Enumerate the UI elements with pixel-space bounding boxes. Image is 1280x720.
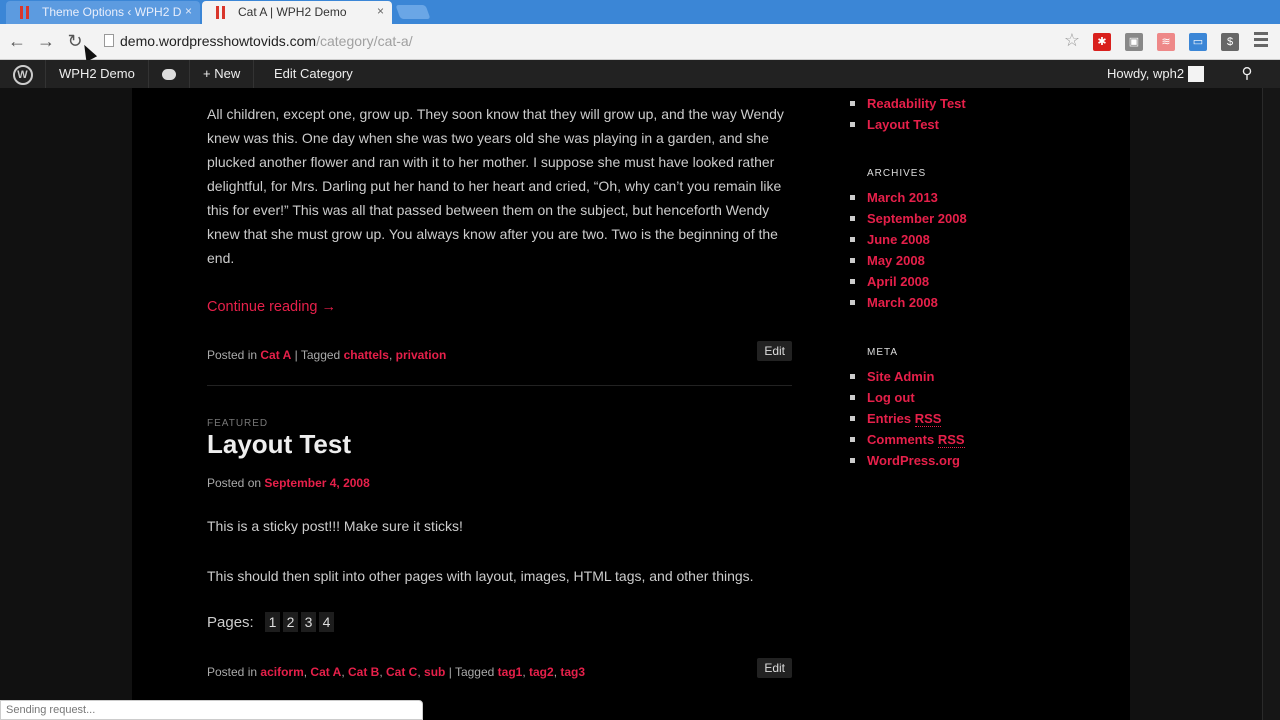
category-link[interactable]: Cat A <box>310 665 341 679</box>
tab-title: Cat A | WPH2 Demo <box>238 5 347 19</box>
post-excerpt: All children, except one, grow up. They … <box>207 106 784 266</box>
back-icon[interactable]: ← <box>6 30 28 52</box>
sidebar-link[interactable]: Readability Test <box>850 93 966 114</box>
category-link[interactable]: sub <box>424 665 445 679</box>
tab-cat-a[interactable]: Cat A | WPH2 Demo × <box>202 1 392 24</box>
admin-bar-new[interactable]: + New <box>190 60 255 88</box>
tag-link[interactable]: tag1 <box>498 665 523 679</box>
tag-link[interactable]: tag3 <box>560 665 585 679</box>
extension-red-icon[interactable]: ✱ <box>1093 33 1111 51</box>
bookmark-star-icon[interactable]: ☆ <box>1064 30 1080 51</box>
category-link[interactable]: Cat B <box>348 665 379 679</box>
search-icon[interactable]: ⚲ <box>1232 60 1262 88</box>
continue-reading-link[interactable]: Continue reading → <box>207 295 336 319</box>
new-tab-button[interactable] <box>395 5 431 19</box>
comments-icon[interactable] <box>148 60 190 88</box>
edit-post-button[interactable]: Edit <box>757 658 792 678</box>
page-scrollbar[interactable] <box>1262 88 1280 720</box>
extension-s-icon[interactable]: $ <box>1221 33 1239 51</box>
wp-admin-bar: W WPH2 Demo + New Edit Category Howdy, w… <box>0 60 1280 88</box>
archive-link[interactable]: June 2008 <box>850 229 967 250</box>
category-link[interactable]: Cat A <box>260 348 291 362</box>
meta-list: Site Admin Log out Entries RSS Comments … <box>850 366 965 471</box>
extension-rss-icon[interactable]: ≋ <box>1157 33 1175 51</box>
browser-toolbar: ← → ↻ demo.wordpresshowtovids.com/catego… <box>0 24 1280 60</box>
category-link[interactable]: Cat C <box>386 665 417 679</box>
date-link[interactable]: September 4, 2008 <box>264 476 369 490</box>
post-date: Posted on September 4, 2008 <box>207 476 370 490</box>
tab-title: Theme Options ‹ WPH2 D <box>42 5 182 19</box>
page-link[interactable]: 1 <box>265 612 281 632</box>
page-body: All children, except one, grow up. They … <box>132 88 1130 720</box>
browser-tabstrip: Theme Options ‹ WPH2 D × Cat A | WPH2 De… <box>0 0 1280 24</box>
page-link[interactable]: 2 <box>283 612 299 632</box>
post-text: This should then split into other pages … <box>207 568 754 584</box>
close-icon[interactable]: × <box>185 4 192 18</box>
meta-title: META <box>867 347 899 358</box>
archive-link[interactable]: September 2008 <box>850 208 967 229</box>
post-title[interactable]: Layout Test <box>207 426 351 462</box>
category-link[interactable]: aciform <box>260 665 303 679</box>
extension-puzzle-icon[interactable]: ▣ <box>1125 33 1143 51</box>
url-text: demo.wordpresshowtovids.com/category/cat… <box>120 33 413 49</box>
recent-posts-list: Readability Test Layout Test <box>850 93 966 135</box>
page-link[interactable]: 4 <box>319 612 335 632</box>
close-icon[interactable]: × <box>377 4 384 18</box>
post-divider <box>207 385 792 386</box>
address-bar[interactable]: demo.wordpresshowtovids.com/category/cat… <box>96 28 1092 55</box>
site-admin-link[interactable]: Site Admin <box>850 366 965 387</box>
entries-rss-link[interactable]: Entries RSS <box>850 408 965 429</box>
comments-rss-link[interactable]: Comments RSS <box>850 429 965 450</box>
wordpress-favicon-icon <box>216 6 226 19</box>
archives-title: ARCHIVES <box>867 168 927 179</box>
page-link[interactable]: 3 <box>301 612 317 632</box>
log-out-link[interactable]: Log out <box>850 387 965 408</box>
archive-link[interactable]: March 2013 <box>850 187 967 208</box>
edit-post-button[interactable]: Edit <box>757 341 792 361</box>
tag-link[interactable]: tag2 <box>529 665 554 679</box>
wordpress-org-link[interactable]: WordPress.org <box>850 450 965 471</box>
page-icon <box>104 34 114 47</box>
avatar <box>1188 65 1205 82</box>
admin-bar-howdy[interactable]: Howdy, wph2 <box>1107 60 1205 88</box>
post-meta: Posted in Cat A | Tagged chattels, priva… <box>207 348 447 362</box>
admin-bar-edit-category[interactable]: Edit Category <box>261 60 366 88</box>
archive-link[interactable]: March 2008 <box>850 292 967 313</box>
archive-link[interactable]: May 2008 <box>850 250 967 271</box>
tag-link[interactable]: chattels <box>344 348 389 362</box>
sidebar-link[interactable]: Layout Test <box>850 114 966 135</box>
archive-link[interactable]: April 2008 <box>850 271 967 292</box>
tag-link[interactable]: privation <box>396 348 447 362</box>
post-pagination: Pages: 1234 <box>207 611 335 635</box>
archives-list: March 2013 September 2008 June 2008 May … <box>850 187 967 313</box>
status-bubble: Sending request... <box>0 700 423 720</box>
tab-theme-options[interactable]: Theme Options ‹ WPH2 D × <box>6 1 200 24</box>
admin-bar-site-name[interactable]: WPH2 Demo <box>46 60 149 88</box>
extension-window-icon[interactable]: ▭ <box>1189 33 1207 51</box>
post-text: This is a sticky post!!! Make sure it st… <box>207 518 463 534</box>
wordpress-logo-icon[interactable]: W <box>0 60 46 88</box>
wordpress-favicon-icon <box>20 6 30 19</box>
chrome-menu-icon[interactable] <box>1254 32 1268 50</box>
forward-icon[interactable]: → <box>35 30 57 52</box>
post-meta: Posted in aciform, Cat A, Cat B, Cat C, … <box>207 665 586 679</box>
